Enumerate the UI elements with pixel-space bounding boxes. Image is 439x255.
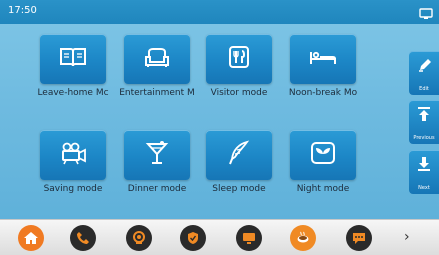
next-button[interactable]: Next [409, 150, 439, 194]
mode-tile-sleep[interactable]: Sleep mode [198, 130, 280, 204]
status-bar: 17:50 [0, 0, 439, 24]
next-label: Next [418, 185, 430, 191]
mode-tile-leave-home[interactable]: Leave-home Mc [32, 34, 114, 108]
mode-label: Sleep mode [212, 184, 266, 194]
mode-tile-saving[interactable]: Saving mode [32, 130, 114, 204]
side-navigation: Edit Previous Next [409, 51, 439, 194]
mode-label: Dinner mode [127, 184, 187, 194]
book-icon [59, 46, 87, 72]
mode-grid: Leave-home Mc Entertainment M Visitor mo… [8, 34, 391, 210]
mode-button[interactable] [124, 34, 190, 84]
phone-icon[interactable] [70, 225, 96, 251]
bottom-dock: › [0, 219, 439, 255]
mode-button[interactable] [206, 130, 272, 180]
mode-label: Leave-home Mc [37, 88, 109, 98]
projector-icon [58, 141, 88, 169]
mode-button[interactable] [290, 34, 356, 84]
monitor-icon[interactable] [419, 5, 433, 19]
mode-label: Visitor mode [210, 88, 268, 98]
mode-label: Night mode [296, 184, 350, 194]
cutlery-icon [227, 45, 251, 73]
feather-icon [227, 140, 251, 170]
camera-icon[interactable] [126, 225, 152, 251]
leaf-icon [310, 141, 336, 169]
home-icon[interactable] [18, 225, 44, 251]
mode-button[interactable] [206, 34, 272, 84]
mode-tile-night[interactable]: Night mode [282, 130, 364, 204]
edit-button[interactable]: Edit [409, 51, 439, 95]
mode-label: Noon-break Mo [288, 88, 358, 98]
message-icon[interactable] [346, 225, 372, 251]
mode-tile-dinner[interactable]: Dinner mode [116, 130, 198, 204]
mode-label: Entertainment M [119, 88, 195, 98]
previous-button[interactable]: Previous [409, 100, 439, 144]
coffee-icon[interactable] [290, 225, 316, 251]
status-time: 17:50 [8, 5, 37, 16]
sofa-icon [143, 46, 171, 72]
shield-icon[interactable] [180, 225, 206, 251]
screen: 17:50 Leave-home Mc Entertainment M Visi… [0, 0, 439, 255]
chevron-right-icon[interactable]: › [404, 229, 410, 245]
cocktail-icon [145, 140, 169, 170]
monitor-icon[interactable] [236, 225, 262, 251]
mode-button[interactable] [40, 34, 106, 84]
previous-label: Previous [413, 135, 435, 141]
mode-tile-noon-break[interactable]: Noon-break Mo [282, 34, 364, 108]
mode-tile-visitor[interactable]: Visitor mode [198, 34, 280, 108]
mode-tile-entertainment[interactable]: Entertainment M [116, 34, 198, 108]
edit-label: Edit [419, 86, 429, 92]
mode-button[interactable] [290, 130, 356, 180]
bed-icon [308, 46, 338, 72]
mode-button[interactable] [124, 130, 190, 180]
mode-label: Saving mode [43, 184, 103, 194]
mode-button[interactable] [40, 130, 106, 180]
